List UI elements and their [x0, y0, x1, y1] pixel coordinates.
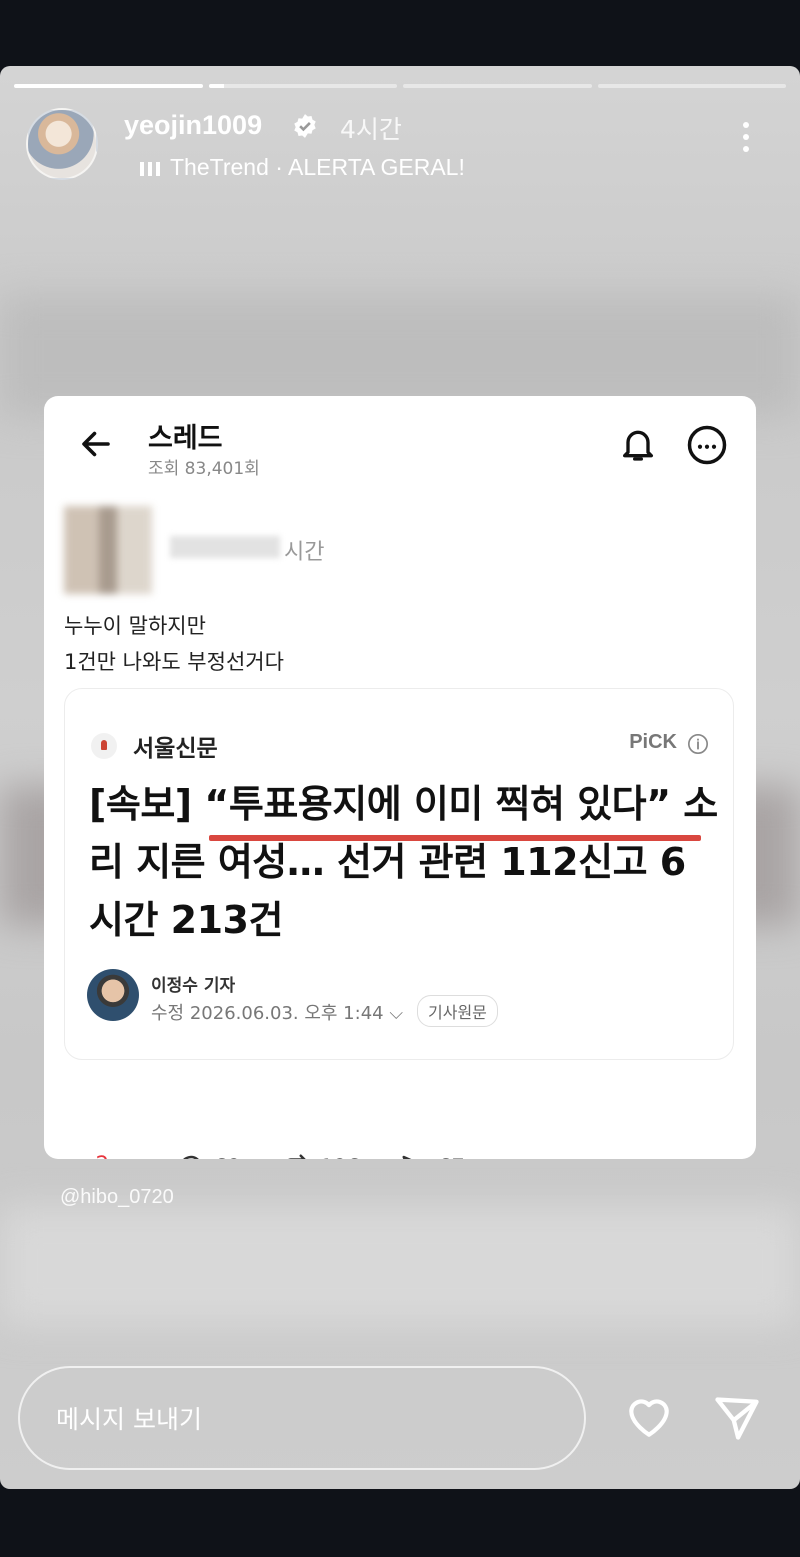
comment-icon [183, 1155, 199, 1159]
comment-action: 69 [176, 1152, 241, 1159]
share-count: 67 [438, 1155, 465, 1159]
post-line: 누누이 말하지만 [64, 614, 206, 638]
blurred-avatar [64, 506, 152, 594]
repost-count: 196 [320, 1155, 360, 1159]
comment-count: 69 [214, 1155, 241, 1159]
heart-icon[interactable] [622, 1392, 676, 1442]
blurred-username [170, 536, 280, 558]
original-article-button: 기사원문 [417, 995, 498, 1027]
thread-title: 스레드 [148, 423, 223, 454]
press-logo-icon [91, 733, 117, 759]
story-progress [14, 84, 786, 88]
threads-screenshot: 스레드 조회 83,401회 시간 누누이 말하지만 1건만 나와도 부정선거다… [44, 396, 756, 1159]
press-name: 서울신문 [133, 736, 218, 762]
edited-date: 수정 2026.06.03. 오후 1:44 ⌵ [151, 1003, 403, 1024]
music-label[interactable]: TheTrend · ALERTA GERAL! [140, 154, 465, 181]
news-preview-card: 서울신문 PiCK [속보] “투표용지에 이미 찍혀 있다” 소리 지른 여성… [64, 688, 734, 1060]
music-title: TheTrend · ALERTA GERAL! [170, 154, 465, 180]
music-bars-icon [140, 160, 160, 176]
like-action: 2천 [64, 1152, 121, 1159]
verified-badge-icon [294, 114, 316, 138]
mention-sticker[interactable]: @hibo_0720 [60, 1186, 174, 1209]
avatar[interactable] [26, 108, 98, 180]
like-count: 2천 [96, 1152, 122, 1159]
more-options-icon[interactable] [736, 122, 756, 162]
repost-action: 196 [282, 1152, 360, 1159]
thread-post-time: 시간 [284, 540, 325, 565]
news-headline: [속보] “투표용지에 이미 찍혀 있다” 소리 지른 여성… 선거 관련 11… [89, 782, 718, 942]
progress-segment [403, 84, 592, 88]
story-viewer[interactable]: yeojin1009 4시간 TheTrend · ALERTA GERAL! … [0, 66, 800, 1489]
repost-icon [288, 1154, 306, 1159]
background-blur [0, 1206, 800, 1326]
share-action: 67 [400, 1152, 465, 1159]
message-placeholder: 메시지 보내기 [56, 1405, 202, 1434]
more-circle-icon [687, 425, 727, 465]
send-icon[interactable] [710, 1392, 764, 1444]
reporter-name: 이정수 기자 [151, 976, 236, 996]
post-text: 누누이 말하지만 1건만 나와도 부정선거다 [64, 608, 284, 680]
view-count: 조회 83,401회 [148, 459, 260, 479]
post-line: 1건만 나와도 부정선거다 [64, 650, 284, 674]
info-icon [688, 734, 708, 754]
message-input[interactable]: 메시지 보내기 [18, 1366, 586, 1470]
reporter-avatar [87, 969, 139, 1021]
send-icon [402, 1155, 412, 1159]
progress-segment [208, 84, 397, 88]
progress-segment [14, 84, 203, 88]
pick-label: PiCK [629, 731, 677, 753]
username[interactable]: yeojin1009 [124, 110, 262, 141]
post-time: 4시간 [340, 115, 402, 144]
bell-icon [623, 430, 653, 461]
back-arrow-icon [82, 431, 110, 457]
progress-segment [597, 84, 786, 88]
